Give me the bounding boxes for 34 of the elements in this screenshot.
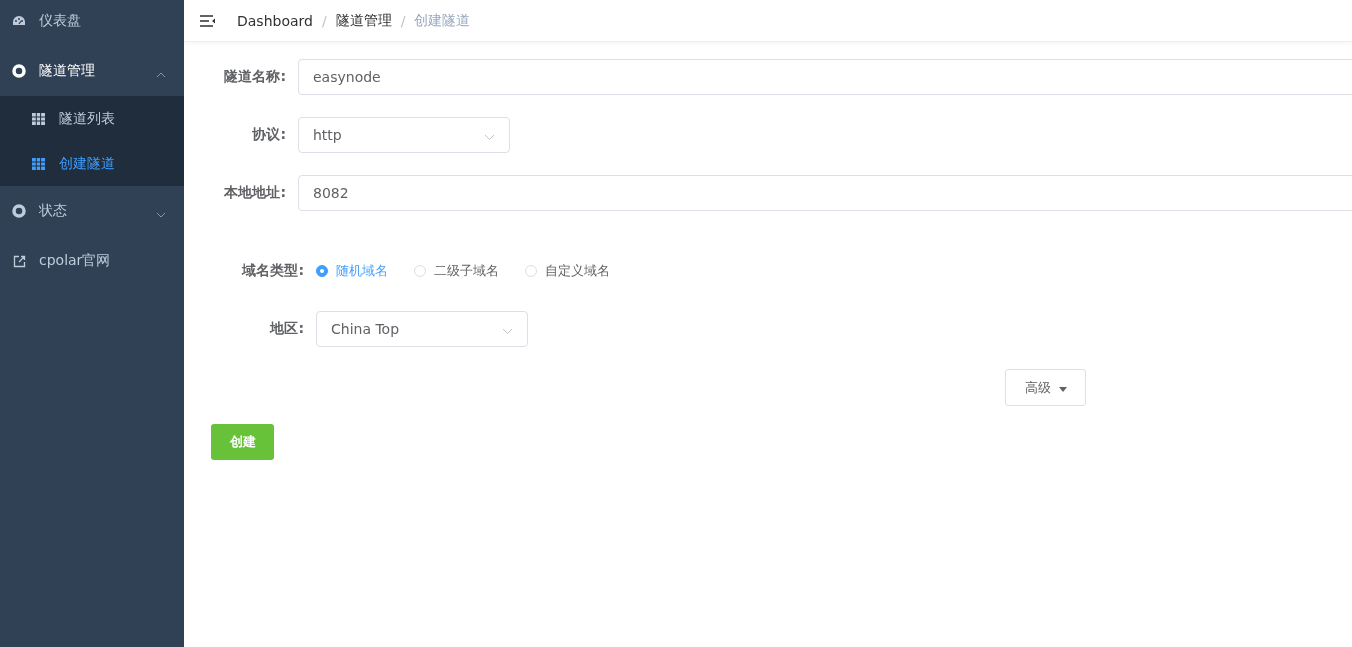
submenu-item[interactable]: 隧道列表 [0, 96, 184, 141]
circle-icon [12, 64, 26, 78]
menu-icon[interactable] [200, 14, 215, 27]
radio-option[interactable]: 二级子域名 [414, 262, 499, 280]
circle-icon [12, 204, 26, 218]
advanced-button[interactable]: 高级 [1005, 369, 1086, 406]
field-label: 地区: [268, 320, 305, 338]
breadcrumb-item: 创建隧道 [414, 11, 471, 30]
radio-button[interactable] [316, 265, 328, 277]
field-label: 本地地址: [223, 184, 287, 202]
submenu-item[interactable]: 创建隧道 [0, 141, 184, 186]
chevron-down-icon [502, 328, 513, 334]
sidebar-item[interactable]: 隧道管理 [0, 46, 184, 96]
gauge-icon [12, 15, 26, 27]
breadcrumb-item[interactable]: 隧道管理 [335, 11, 392, 30]
grid-icon [31, 157, 45, 170]
grid-icon [31, 112, 45, 125]
radio-option[interactable]: 自定义域名 [525, 262, 610, 280]
sidebar-item[interactable]: 仪表盘 [0, 0, 184, 46]
field-label: 隧道名称: [223, 68, 287, 86]
select-field[interactable]: China Top [316, 311, 528, 347]
breadcrumb-separator: / [400, 12, 406, 29]
sidebar-item[interactable]: 状态 [0, 186, 184, 236]
input-field[interactable]: 8082 [298, 175, 1352, 211]
field-label: 域名类型: [240, 262, 305, 280]
chevron-down-icon [484, 134, 495, 140]
input-field[interactable]: easynode [298, 59, 1352, 95]
caret-icon [1058, 387, 1067, 392]
breadcrumb-item[interactable]: Dashboard [237, 12, 313, 29]
sidebar-item[interactable]: cpolar官网 [0, 236, 184, 286]
breadcrumb-separator: / [321, 12, 327, 29]
field-label: 协议: [251, 126, 287, 144]
select-field[interactable]: http [298, 117, 510, 153]
external-link-icon [12, 254, 26, 268]
